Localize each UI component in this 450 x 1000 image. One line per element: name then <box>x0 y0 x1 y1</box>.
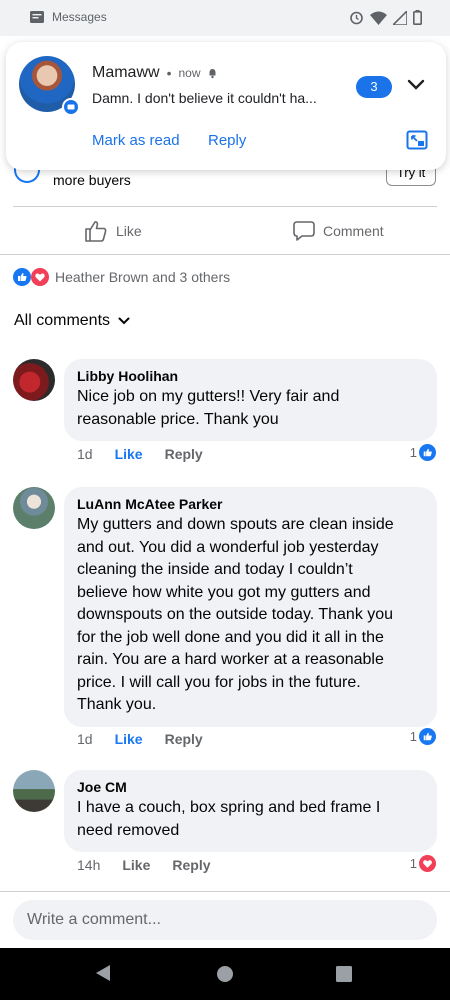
actionbar-divider <box>0 254 450 255</box>
mark-as-read-button[interactable]: Mark as read <box>92 132 180 149</box>
system-nav-bar <box>0 948 450 1000</box>
comment-bubble: Joe CM I have a couch, box spring and be… <box>64 770 437 852</box>
messenger-badge-icon <box>62 98 80 116</box>
notification-message: Damn. I don't believe it couldn't ha... <box>92 90 317 106</box>
commenter-avatar[interactable] <box>13 770 55 812</box>
comment-reaction-count[interactable]: 1 <box>410 728 436 745</box>
post-like-button[interactable]: Like <box>84 220 142 242</box>
thumbs-up-icon <box>85 221 107 242</box>
comment-like-button[interactable]: Like <box>122 857 150 873</box>
comment-reply-button[interactable]: Reply <box>165 446 203 462</box>
reply-button[interactable]: Reply <box>208 132 246 149</box>
bell-icon <box>209 68 216 78</box>
composer-divider <box>0 891 450 892</box>
commenter-name[interactable]: Joe CM <box>77 779 424 795</box>
post-like-label: Like <box>116 223 142 239</box>
reaction-count-value: 1 <box>409 856 417 871</box>
post-comment-label: Comment <box>323 223 384 239</box>
post-comment-button[interactable]: Comment <box>293 220 384 242</box>
recents-icon[interactable] <box>336 966 352 987</box>
love-reaction-icon <box>419 855 436 872</box>
comment-line: My gutters and down spouts are clean ins… <box>77 516 394 533</box>
write-comment-input[interactable]: Write a comment... <box>13 900 437 940</box>
status-bar: Messages <box>0 0 450 36</box>
commenter-avatar[interactable] <box>13 487 55 529</box>
messages-icon <box>30 11 44 23</box>
like-reaction-icon <box>419 444 436 461</box>
comment-line: price. I will call you for jobs in the f… <box>77 673 361 691</box>
comment-time: 1d <box>77 446 93 462</box>
comment-bubble: LuAnn McAtee Parker My gutters and down … <box>64 487 437 727</box>
comment-text: Nice job on my gutters!! Very fair and r… <box>77 386 424 431</box>
title-separator: • <box>166 65 172 81</box>
comment-line: rain. You are a hard worker at a reasona… <box>77 651 384 668</box>
signal-icon <box>393 10 407 25</box>
comment-line: I have a couch, box spring and bed frame… <box>77 799 381 816</box>
all-comments-label: All comments <box>14 312 111 329</box>
comment-line: Thank you. <box>77 696 157 713</box>
comment-line: cleaning the inside and today I couldn’t <box>77 561 353 578</box>
comment-text: My gutters and down spouts are clean ins… <box>77 514 424 717</box>
like-reaction-icon <box>419 728 436 745</box>
commenter-name[interactable]: Libby Hoolihan <box>77 368 424 384</box>
notification-title: Mamaww • now <box>92 64 218 82</box>
comment-time: 14h <box>77 857 101 873</box>
comment-meta: 1d Like Reply <box>77 731 203 747</box>
comment-bubble: Libby Hoolihan Nice job on my gutters!! … <box>64 359 437 441</box>
comment-line: reasonable price. Thank you <box>77 410 279 428</box>
reactions-text: Heather Brown and 3 others <box>55 269 231 285</box>
comment-reaction-count[interactable]: 1 <box>410 444 436 461</box>
comment-time: 1d <box>77 731 93 747</box>
comment-line: need removed <box>77 821 180 839</box>
all-comments-dropdown[interactable]: All comments <box>14 312 130 330</box>
picture-in-picture-icon[interactable] <box>406 130 428 155</box>
post-divider <box>13 206 437 207</box>
comment-line: for the job well done and you did it all… <box>77 628 384 646</box>
notification-time: now <box>178 66 201 80</box>
comment-reaction-count[interactable]: 1 <box>410 855 436 872</box>
comment-reply-button[interactable]: Reply <box>165 731 203 747</box>
comment-line: Nice job on my gutters!! Very fair and <box>77 388 340 405</box>
chevron-down-icon <box>118 317 130 325</box>
status-notification-label: Messages <box>52 10 107 24</box>
comment-reply-button[interactable]: Reply <box>172 857 210 873</box>
reaction-count-value: 1 <box>409 445 417 460</box>
commenter-avatar[interactable] <box>13 359 55 401</box>
like-reaction-icon <box>13 268 31 286</box>
reaction-count-value: 1 <box>409 729 417 744</box>
comment-line: downspouts on the outside today. Thank y… <box>77 606 394 623</box>
heads-up-notification[interactable]: Mamaww • now Damn. I don't believe it co… <box>6 42 446 170</box>
comment-line: and out. You did a wonderful job yesterd… <box>77 538 379 556</box>
commenter-name[interactable]: LuAnn McAtee Parker <box>77 496 424 512</box>
comment-bubble-icon <box>293 221 315 241</box>
love-reaction-icon <box>31 268 49 286</box>
back-icon[interactable] <box>95 964 111 987</box>
home-icon[interactable] <box>216 965 234 988</box>
wifi-icon <box>370 11 387 25</box>
comment-line: believe how white you got my gutters and <box>77 583 371 601</box>
alarm-icon <box>350 11 363 25</box>
comment-text: I have a couch, box spring and bed frame… <box>77 797 424 842</box>
comment-meta: 1d Like Reply <box>77 446 203 462</box>
expand-chevron-icon[interactable] <box>406 78 426 97</box>
post-peek-text: more buyers <box>53 172 131 188</box>
notification-sender: Mamaww <box>92 64 160 81</box>
battery-icon <box>413 10 422 25</box>
notification-count-badge: 3 <box>356 76 392 98</box>
comment-meta: 14h Like Reply <box>77 857 211 873</box>
comment-like-button[interactable]: Like <box>115 731 143 747</box>
comment-like-button[interactable]: Like <box>115 446 143 462</box>
reactions-summary[interactable]: Heather Brown and 3 others <box>13 268 230 286</box>
